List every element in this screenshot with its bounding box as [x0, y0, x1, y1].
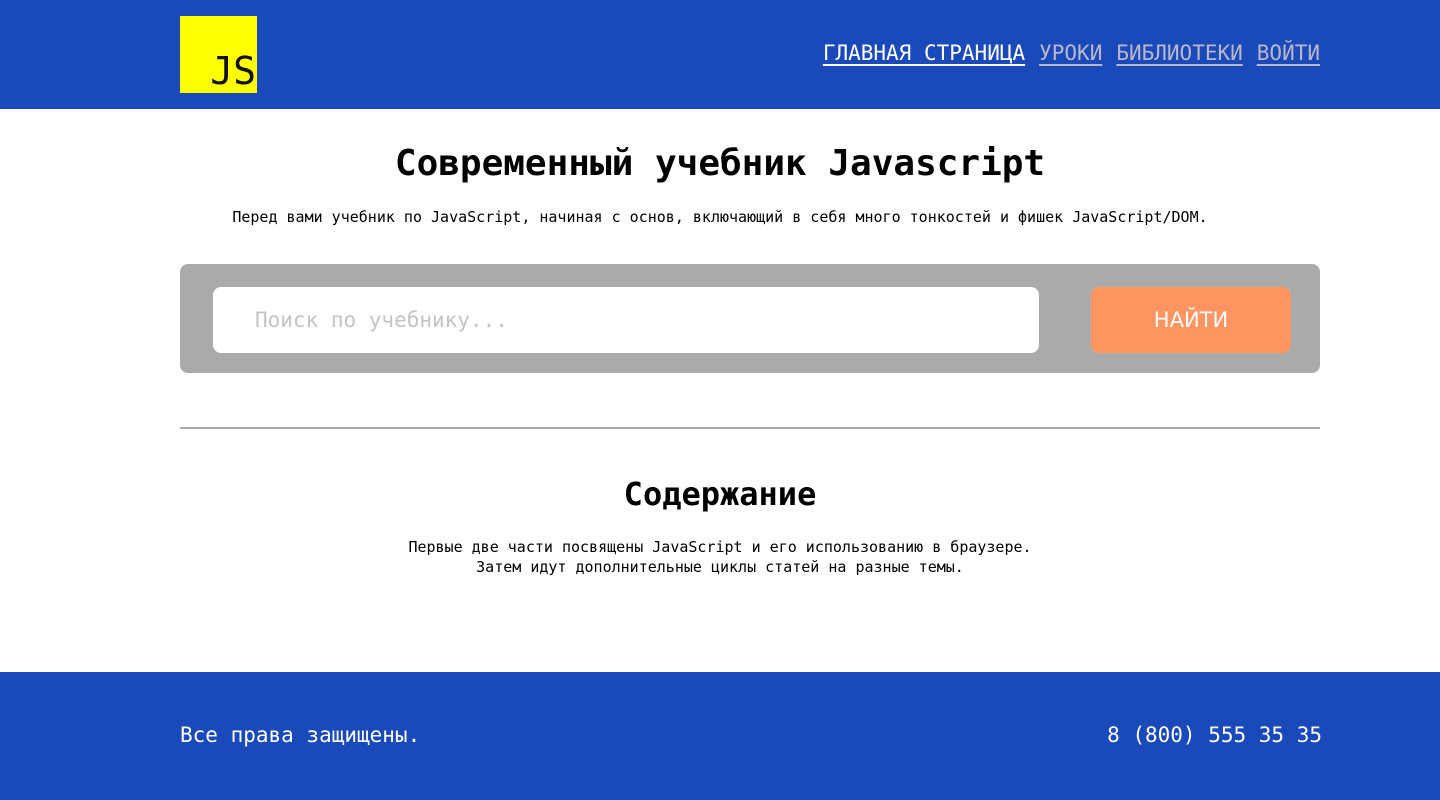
- site-header: JS ГЛАВНАЯ СТРАНИЦА УРОКИ БИБЛИОТЕКИ ВОЙ…: [0, 0, 1440, 109]
- nav-link-libraries[interactable]: БИБЛИОТЕКИ: [1116, 38, 1242, 68]
- section-divider: [180, 427, 1320, 429]
- copyright-text: Все права защищены.: [180, 723, 421, 747]
- search-button[interactable]: НАЙТИ: [1091, 287, 1291, 353]
- contents-line: Затем идут дополнительные циклы статей н…: [476, 558, 964, 576]
- phone-number[interactable]: 8 (800) 555 35 35: [1107, 720, 1322, 750]
- js-logo[interactable]: JS: [180, 16, 257, 93]
- search-input[interactable]: [213, 287, 1039, 353]
- nav-link-lessons[interactable]: УРОКИ: [1039, 38, 1102, 68]
- nav-link-home[interactable]: ГЛАВНАЯ СТРАНИЦА: [823, 38, 1025, 68]
- contents-line: Первые две части посвящены JavaScript и …: [408, 538, 1032, 556]
- site-footer: Все права защищены. 8 (800) 555 35 35: [0, 672, 1440, 800]
- main-nav: ГЛАВНАЯ СТРАНИЦА УРОКИ БИБЛИОТЕКИ ВОЙТИ: [823, 38, 1320, 68]
- contents-title: Содержание: [623, 475, 817, 513]
- page-title: Современный учебник Javascript: [394, 143, 1046, 184]
- search-panel: НАЙТИ: [180, 264, 1320, 373]
- logo-text: JS: [210, 49, 256, 93]
- page-subtitle: Перед вами учебник по JavaScript, начина…: [232, 208, 1208, 226]
- contents-description: Первые две части посвящены JavaScript и …: [0, 537, 1440, 577]
- nav-link-login[interactable]: ВОЙТИ: [1257, 38, 1320, 68]
